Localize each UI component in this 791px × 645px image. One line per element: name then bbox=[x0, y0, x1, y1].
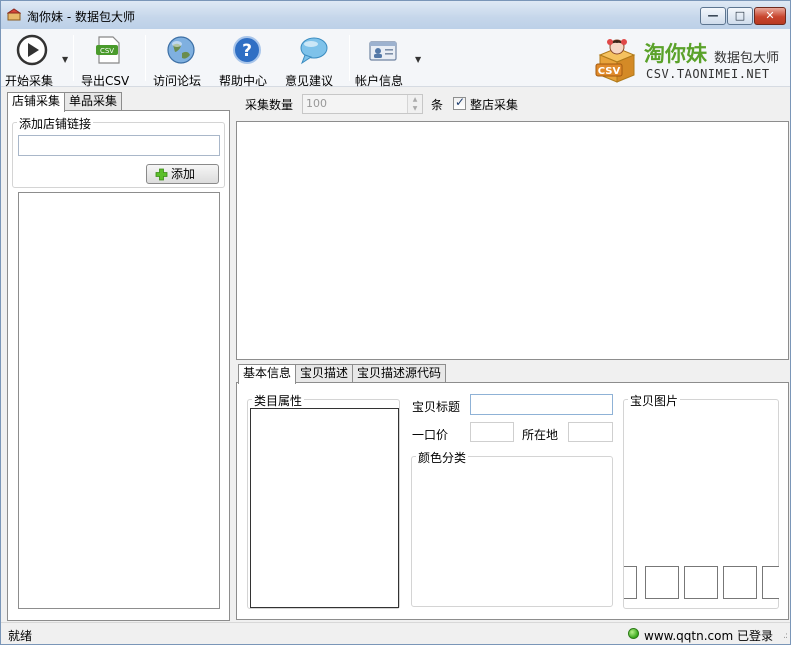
csv-file-icon: CSV bbox=[96, 36, 120, 64]
brand-url: CSV.TAONIMEI.NET bbox=[646, 67, 770, 81]
status-site-url: www.qqtn.com bbox=[644, 629, 734, 643]
color-category-group: 颜色分类 bbox=[411, 449, 613, 607]
account-info-button[interactable]: 帐户信息 bbox=[355, 33, 411, 88]
whole-shop-label[interactable]: 整店采集 bbox=[470, 96, 518, 113]
start-dropdown-arrow-icon[interactable]: ▼ bbox=[62, 55, 68, 64]
collect-count-label: 采集数量 bbox=[245, 98, 294, 112]
image-thumbnail[interactable] bbox=[684, 566, 718, 599]
price-label: 一口价 bbox=[412, 428, 449, 442]
checkmark-icon: ✓ bbox=[455, 95, 466, 109]
shop-link-group-label: 添加店铺链接 bbox=[17, 115, 94, 132]
price-input[interactable] bbox=[470, 422, 514, 442]
shop-collect-panel: 添加店铺链接 添加 bbox=[7, 110, 230, 621]
toolbar-separator bbox=[349, 35, 350, 81]
csv-icon-text: CSV bbox=[100, 47, 114, 55]
minimize-icon: — bbox=[707, 9, 719, 22]
visit-forum-label: 访问论坛 bbox=[153, 74, 202, 88]
play-icon bbox=[16, 34, 48, 66]
item-title-input[interactable] bbox=[470, 394, 613, 415]
feedback-button[interactable]: 意见建议 bbox=[285, 33, 341, 88]
color-category-label: 颜色分类 bbox=[416, 449, 469, 466]
image-thumbnails-strip bbox=[624, 383, 779, 621]
collect-count-unit: 条 bbox=[431, 98, 444, 112]
tab-basic-info[interactable]: 基本信息 bbox=[238, 364, 297, 384]
image-thumbnail[interactable] bbox=[762, 566, 779, 599]
collected-items-list[interactable] bbox=[236, 121, 789, 360]
add-link-button[interactable]: 添加 bbox=[146, 164, 219, 184]
spin-down-icon[interactable]: ▼ bbox=[408, 104, 422, 113]
category-attribute-list[interactable] bbox=[250, 408, 399, 608]
globe-icon bbox=[167, 36, 195, 64]
image-thumbnail[interactable] bbox=[645, 566, 679, 599]
chat-bubble-icon bbox=[300, 37, 328, 65]
maximize-button[interactable]: □ bbox=[727, 7, 753, 25]
add-link-label: 添加 bbox=[171, 167, 196, 181]
help-center-label: 帮助中心 bbox=[219, 74, 268, 88]
spinner-arrows[interactable]: ▲ ▼ bbox=[407, 95, 422, 113]
tab-item-description[interactable]: 宝贝描述 bbox=[295, 364, 354, 383]
visit-forum-button[interactable]: 访问论坛 bbox=[153, 33, 209, 88]
tab-shop-collect[interactable]: 店铺采集 bbox=[7, 92, 66, 112]
start-collect-button[interactable]: 开始采集 bbox=[5, 33, 59, 88]
collect-count-spinner[interactable]: 100 ▲ ▼ bbox=[302, 94, 423, 114]
spin-up-icon[interactable]: ▲ bbox=[408, 95, 422, 104]
window-title: 淘你妹 - 数据包大师 bbox=[27, 10, 135, 24]
brand-name: 淘你妹 bbox=[644, 42, 707, 66]
maximize-icon: □ bbox=[734, 9, 746, 22]
plus-icon bbox=[155, 168, 168, 181]
collect-count-value: 100 bbox=[306, 97, 327, 110]
status-bar: 就绪 www.qqtn.com 已登录 .: bbox=[1, 622, 790, 644]
status-ready: 就绪 bbox=[8, 629, 33, 643]
image-thumbnail[interactable] bbox=[624, 566, 637, 599]
svg-text:?: ? bbox=[242, 41, 252, 61]
close-icon: ✕ bbox=[765, 9, 775, 22]
account-info-label: 帐户信息 bbox=[355, 74, 404, 88]
tab-item-collect[interactable]: 单品采集 bbox=[64, 92, 123, 111]
resize-grip-icon[interactable]: .: bbox=[783, 631, 788, 641]
toolbar-separator bbox=[145, 35, 146, 81]
collect-mode-tabs: 店铺采集 单品采集 bbox=[7, 92, 123, 112]
whole-shop-checkbox[interactable]: ✓ bbox=[453, 95, 466, 110]
app-icon bbox=[7, 8, 21, 21]
category-group-label: 类目属性 bbox=[252, 392, 305, 409]
brand-logo: CSV 淘你妹 数据包大师 CSV.TAONIMEI.NET bbox=[594, 35, 780, 85]
close-button[interactable]: ✕ bbox=[754, 7, 786, 25]
tab-description-source[interactable]: 宝贝描述源代码 bbox=[352, 364, 447, 383]
basic-info-panel: 类目属性 宝贝标题 一口价 所在地 颜色分类 宝贝图片 bbox=[236, 382, 789, 620]
status-site: www.qqtn.com 已登录 bbox=[644, 627, 773, 644]
minimize-button[interactable]: — bbox=[700, 7, 726, 25]
export-csv-button[interactable]: CSV 导出CSV bbox=[81, 33, 135, 88]
online-status-icon bbox=[628, 628, 639, 639]
export-csv-label: 导出CSV bbox=[81, 74, 130, 88]
shop-link-list[interactable] bbox=[18, 192, 220, 609]
image-thumbnail[interactable] bbox=[723, 566, 757, 599]
help-icon: ? bbox=[233, 36, 261, 64]
status-login: 已登录 bbox=[736, 629, 773, 643]
start-collect-label: 开始采集 bbox=[5, 74, 54, 88]
location-input[interactable] bbox=[568, 422, 613, 442]
feedback-label: 意见建议 bbox=[285, 74, 334, 88]
location-label: 所在地 bbox=[522, 428, 559, 442]
detail-tabs: 基本信息 宝贝描述 宝贝描述源代码 bbox=[238, 364, 447, 384]
title-bar: 淘你妹 - 数据包大师 — □ ✕ bbox=[1, 1, 790, 29]
app-window: 淘你妹 - 数据包大师 — □ ✕ 开始采集 ▼ CSV 导出CSV 访问论坛 … bbox=[0, 0, 791, 645]
brand-badge-text: CSV bbox=[598, 66, 621, 77]
toolbar: 开始采集 ▼ CSV 导出CSV 访问论坛 ? 帮助中心 意见建议 帐户信息 ▼… bbox=[1, 29, 790, 88]
account-dropdown-arrow-icon[interactable]: ▼ bbox=[415, 55, 421, 64]
shop-link-input[interactable] bbox=[18, 135, 220, 156]
help-center-button[interactable]: ? 帮助中心 bbox=[219, 33, 275, 88]
brand-box-icon: CSV bbox=[595, 39, 636, 83]
item-title-label: 宝贝标题 bbox=[412, 400, 461, 414]
brand-subtitle: 数据包大师 bbox=[714, 51, 780, 66]
id-card-icon bbox=[369, 41, 397, 61]
toolbar-separator bbox=[73, 35, 74, 81]
